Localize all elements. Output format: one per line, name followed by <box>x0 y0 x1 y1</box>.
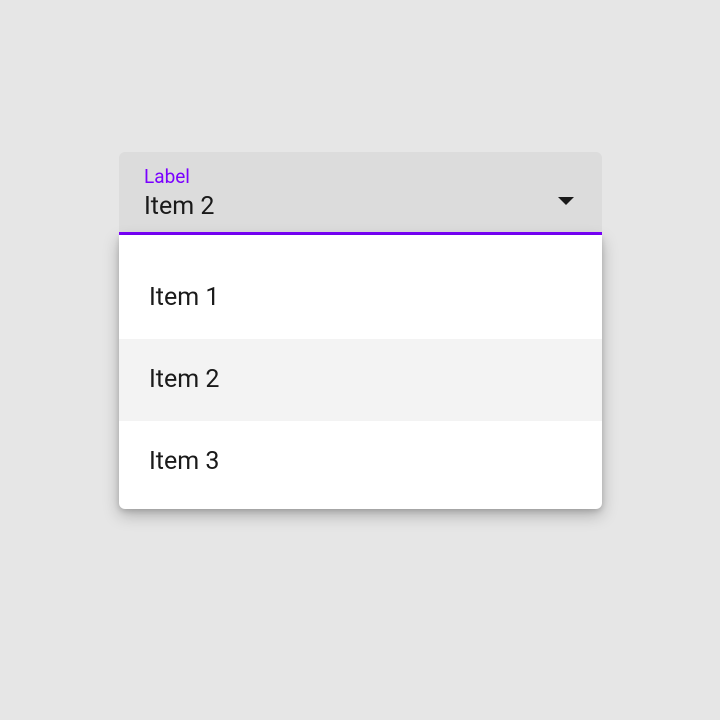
dropdown-option-item-3[interactable]: Item 3 <box>119 421 602 503</box>
select-label: Label <box>144 166 214 189</box>
select-field[interactable]: Label Item 2 <box>119 152 602 235</box>
dropdown-option-item-1[interactable]: Item 1 <box>119 257 602 339</box>
dropdown-option-item-2[interactable]: Item 2 <box>119 339 602 421</box>
dropdown-panel: Item 1 Item 2 Item 3 <box>119 235 602 509</box>
select-value: Item 2 <box>144 191 214 222</box>
select-text-group: Label Item 2 <box>144 166 214 222</box>
select-container: Label Item 2 Item 1 Item 2 Item 3 <box>119 152 602 509</box>
chevron-down-icon <box>558 197 574 205</box>
